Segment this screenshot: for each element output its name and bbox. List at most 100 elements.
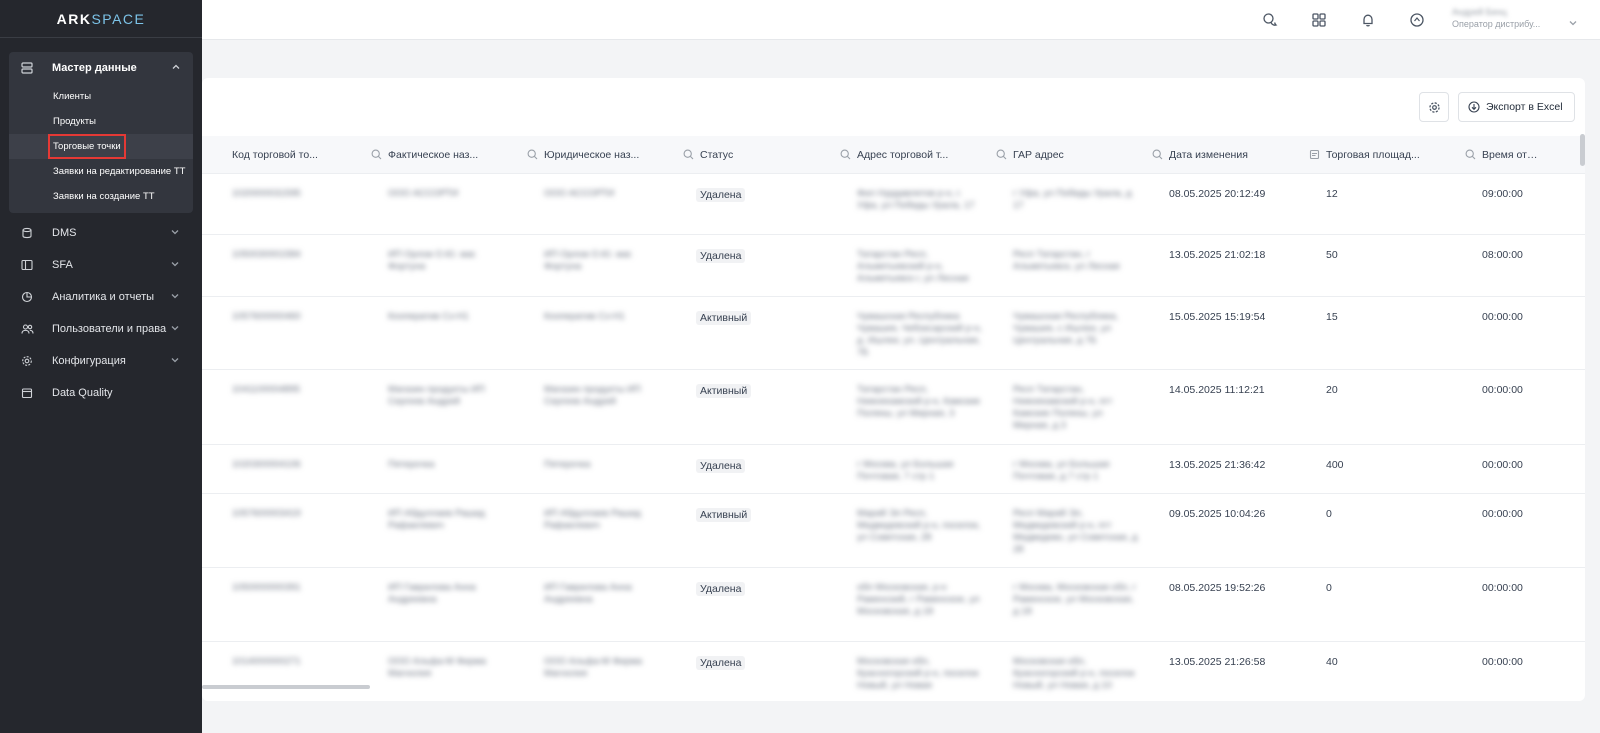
sidebar-item-configuration[interactable]: Конфигурация (0, 345, 202, 377)
table-cell-code: 1020000031595 (232, 188, 301, 199)
column-header-label: Время открытия (1482, 149, 1542, 161)
search-icon[interactable] (527, 149, 538, 163)
table-cell-address: г Москва, ул Большая Почтовая, 7 стр 1 (857, 459, 954, 482)
horizontal-scrollbar[interactable] (202, 685, 370, 689)
column-header[interactable]: Статус (700, 136, 857, 174)
bell-icon[interactable] (1357, 9, 1379, 31)
table-cell-fact: Магазин продукты ИП Сергеев Андрей (388, 384, 485, 407)
table-cell-fact: ООО Альфа-М Фирма Магнолия (388, 656, 487, 679)
status-cell: Удалена (696, 249, 746, 263)
table-cell-code: 1014000000271 (232, 656, 301, 667)
top-header: Андрей Бенц Оператор дистрибу... (202, 0, 1600, 40)
logo-space: SPACE (91, 10, 146, 27)
table-cell-code: 1057600000460 (232, 311, 301, 322)
table-cell-legal: Кооператив Сз-Н1 (544, 311, 625, 322)
table-row[interactable]: 1057600003419 ИП Абдуллаев Рашид Рафаилев… (202, 494, 1585, 568)
chevron-down-icon[interactable] (1568, 15, 1578, 33)
status-cell: Активный (696, 311, 752, 325)
sidebar-item-data-quality[interactable]: Data Quality (0, 377, 202, 409)
search-icon[interactable] (840, 149, 851, 163)
table-row[interactable]: 1020300004106 Пятерочка Пятерочка Удалена г … (202, 445, 1585, 494)
column-header[interactable]: Фактическое наз... (388, 136, 544, 174)
table-cell-date: 15.05.2025 15:19:54 (1169, 311, 1266, 323)
table-cell-code: 1057600003419 (232, 508, 301, 519)
table-cell-fact: ООО АССОРТИ (388, 188, 459, 199)
column-header[interactable]: Время открытия (1482, 136, 1582, 174)
column-header-label: Юридическое наз... (544, 149, 640, 161)
export-excel-button[interactable]: Экспорт в Excel (1458, 92, 1575, 122)
apps-grid-icon[interactable] (1308, 9, 1330, 31)
search-icon[interactable] (683, 149, 694, 163)
table-cell-gar: г Москва, ул Большая Почтовая, д 7 стр 1 (1013, 459, 1110, 482)
sidebar-item-label: Data Quality (52, 387, 113, 399)
table-cell-open: 00:00:00 (1482, 384, 1523, 396)
sidebar-subitem-clients[interactable]: Клиенты (9, 84, 193, 109)
table-row[interactable]: 1041100004895 Магазин продукты ИП Сергеев… (202, 370, 1585, 445)
column-header[interactable]: Юридическое наз... (544, 136, 700, 174)
table-cell-date: 08.05.2025 20:12:49 (1169, 188, 1266, 200)
column-header-label: Код торговой то... (232, 149, 318, 161)
app-logo[interactable]: ARK SPACE (0, 0, 202, 38)
search-icon[interactable] (1465, 149, 1476, 163)
table-settings-button[interactable] (1419, 92, 1449, 122)
column-header[interactable]: Адрес торговой т... (857, 136, 1013, 174)
table-row[interactable]: 1050000000391 ИП Гаврилова Анна Андреевна… (202, 568, 1585, 642)
sidebar-subitem-edit-requests[interactable]: Заявки на редактирование ТТ (9, 159, 193, 184)
table-cell-fact: ИП Гаврилова Анна Андреевна (388, 582, 476, 605)
table-cell-fact: ИП Орлов О.Ю. маг. Фортуна (388, 249, 477, 272)
table-cell-legal: Магазин продукты ИП Сергеев Андрей (544, 384, 641, 407)
sidebar-item-label: Аналитика и отчеты (52, 291, 155, 303)
table-cell-area: 400 (1326, 459, 1344, 471)
sidebar-item-analytics[interactable]: Аналитика и отчеты (0, 281, 202, 313)
search-icon[interactable] (371, 149, 382, 163)
header-actions (1259, 9, 1428, 31)
filter-date-icon[interactable] (1309, 149, 1320, 163)
table-cell-gar: Респ Татарстан, Нижнекамский р-н, пгт Ка… (1013, 384, 1113, 431)
status-badge: Удалена (696, 459, 746, 473)
table-cell-area: 15 (1326, 311, 1338, 323)
status-cell: Удалена (696, 582, 746, 596)
column-header[interactable]: Торговая площад... (1326, 136, 1482, 174)
users-icon (20, 322, 34, 336)
sidebar-item-users[interactable]: Пользователи и права (0, 313, 202, 345)
sync-icon[interactable] (1406, 9, 1428, 31)
table-cell-fact: ИП Абдуллаев Рашид Рафаилевич (388, 508, 485, 531)
layout-icon (20, 258, 34, 272)
table-row[interactable]: 1057600000460 Кооператив Сз-Н1 Кооператив … (202, 297, 1585, 370)
sidebar-subitem-trade-points[interactable]: Торговые точки (9, 134, 193, 159)
table-cell-open: 00:00:00 (1482, 582, 1523, 594)
column-header[interactable]: ГАР адрес (1013, 136, 1169, 174)
table-cell-legal: ООО Альфа-М Фирма Магнолия (544, 656, 643, 679)
chat-icon[interactable] (1259, 9, 1281, 31)
table-row[interactable]: 1014000000271 ООО Альфа-М Фирма Магнолия О… (202, 642, 1585, 701)
table-cell-code: 1020300004106 (232, 459, 301, 470)
table-cell-address: Марий Эл Респ, Медведевский р-н, поселок… (857, 508, 981, 543)
table-cell-date: 14.05.2025 11:12:21 (1169, 384, 1265, 396)
sidebar-item-master-data[interactable]: Мастер данные (9, 52, 193, 84)
chevron-down-icon (170, 291, 180, 304)
table-row[interactable]: 1020000031595 ООО АССОРТИ ООО АССОРТИ Удале… (202, 174, 1585, 235)
search-icon[interactable] (1152, 149, 1163, 163)
sidebar-subitem-create-requests[interactable]: Заявки на создание ТТ (9, 184, 193, 209)
sidebar-item-label: DMS (52, 227, 77, 239)
table-cell-date: 13.05.2025 21:26:58 (1169, 656, 1266, 668)
sidebar-item-dms[interactable]: DMS (0, 217, 202, 249)
gear-icon (1428, 101, 1440, 113)
column-header[interactable]: Дата изменения (1169, 136, 1326, 174)
search-icon[interactable] (996, 149, 1007, 163)
table-cell-legal: ИП Гаврилова Анна Андреевна (544, 582, 632, 605)
column-header[interactable]: Код торговой то... (232, 136, 388, 174)
chevron-down-icon (170, 227, 180, 240)
table-cell-gar: Респ Марий Эл, Медведевский р-н, пгт Мед… (1013, 508, 1138, 555)
status-cell: Удалена (696, 656, 746, 670)
vertical-scrollbar[interactable] (1580, 134, 1585, 166)
status-badge: Удалена (696, 656, 746, 670)
table-cell-legal: Пятерочка (544, 459, 591, 470)
table-cell-date: 09.05.2025 10:04:26 (1169, 508, 1266, 520)
user-profile[interactable]: Андрей Бенц Оператор дистрибу... (1452, 7, 1560, 29)
sidebar-item-sfa[interactable]: SFA (0, 249, 202, 281)
sidebar-subitem-products[interactable]: Продукты (9, 109, 193, 134)
table-row[interactable]: 1050030001584 ИП Орлов О.Ю. маг. Фортуна И… (202, 235, 1585, 297)
table-cell-date: 08.05.2025 19:52:26 (1169, 582, 1266, 594)
table-cell-gar: г Москва, Московская обл, г Раменское, у… (1013, 582, 1137, 617)
